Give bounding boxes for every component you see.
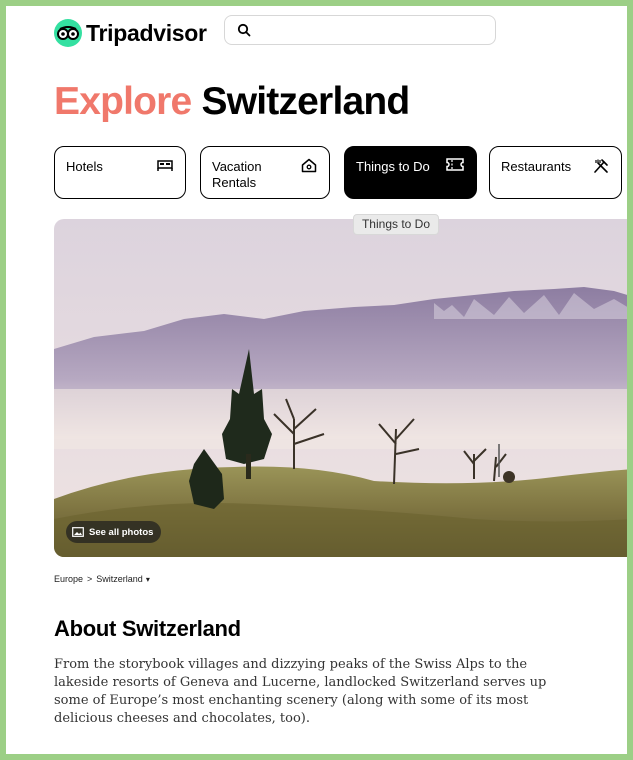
tab-restaurants[interactable]: Restaurants <box>489 146 622 199</box>
breadcrumb-europe[interactable]: Europe <box>54 574 83 584</box>
alpine-landscape-photo <box>54 219 627 557</box>
tab-vacation-rentals-label: Vacation Rentals <box>212 159 262 190</box>
tripadvisor-logo[interactable]: Tripadvisor <box>54 19 207 47</box>
about-heading: About Switzerland <box>54 616 241 641</box>
tooltip-things-to-do: Things to Do <box>353 214 439 235</box>
see-all-photos-label: See all photos <box>89 526 154 538</box>
title-explore: Explore <box>54 80 192 123</box>
tab-vacation-rentals[interactable]: Vacation Rentals <box>200 146 330 199</box>
see-all-photos-button[interactable]: See all photos <box>66 521 162 543</box>
page-frame: Tripadvisor Explore Switzerland Hotels V… <box>6 6 627 754</box>
fork-knife-icon <box>593 158 609 178</box>
owl-logo-icon <box>54 19 82 47</box>
title-country: Switzerland <box>201 80 411 123</box>
breadcrumb-separator: > <box>87 574 93 584</box>
page-content: Tripadvisor Explore Switzerland Hotels V… <box>54 6 627 754</box>
search-input[interactable] <box>224 15 496 45</box>
tab-hotels[interactable]: Hotels <box>54 146 186 199</box>
tab-things-to-do[interactable]: Things to Do <box>344 146 477 199</box>
breadcrumb: Europe > Switzerland ▾ <box>54 574 150 584</box>
search-icon <box>237 23 251 42</box>
about-description: From the storybook villages and dizzying… <box>54 657 547 726</box>
bed-icon <box>157 158 173 176</box>
brand-name: Tripadvisor <box>86 19 207 46</box>
page-title: Explore Switzerland <box>54 80 411 124</box>
header: Tripadvisor <box>54 13 627 49</box>
caret-down-icon[interactable]: ▾ <box>146 575 150 584</box>
image-icon <box>72 527 84 537</box>
tab-things-to-do-label: Things to Do <box>356 159 430 174</box>
tab-restaurants-label: Restaurants <box>501 159 572 174</box>
category-tabs: Hotels Vacation Rentals Things to Do Res… <box>54 146 627 199</box>
tab-hotels-label: Hotels <box>66 159 103 174</box>
breadcrumb-switzerland[interactable]: Switzerland <box>96 574 143 584</box>
ticket-icon <box>446 158 464 175</box>
hero-image[interactable]: See all photos <box>54 219 627 557</box>
house-icon <box>301 158 317 177</box>
